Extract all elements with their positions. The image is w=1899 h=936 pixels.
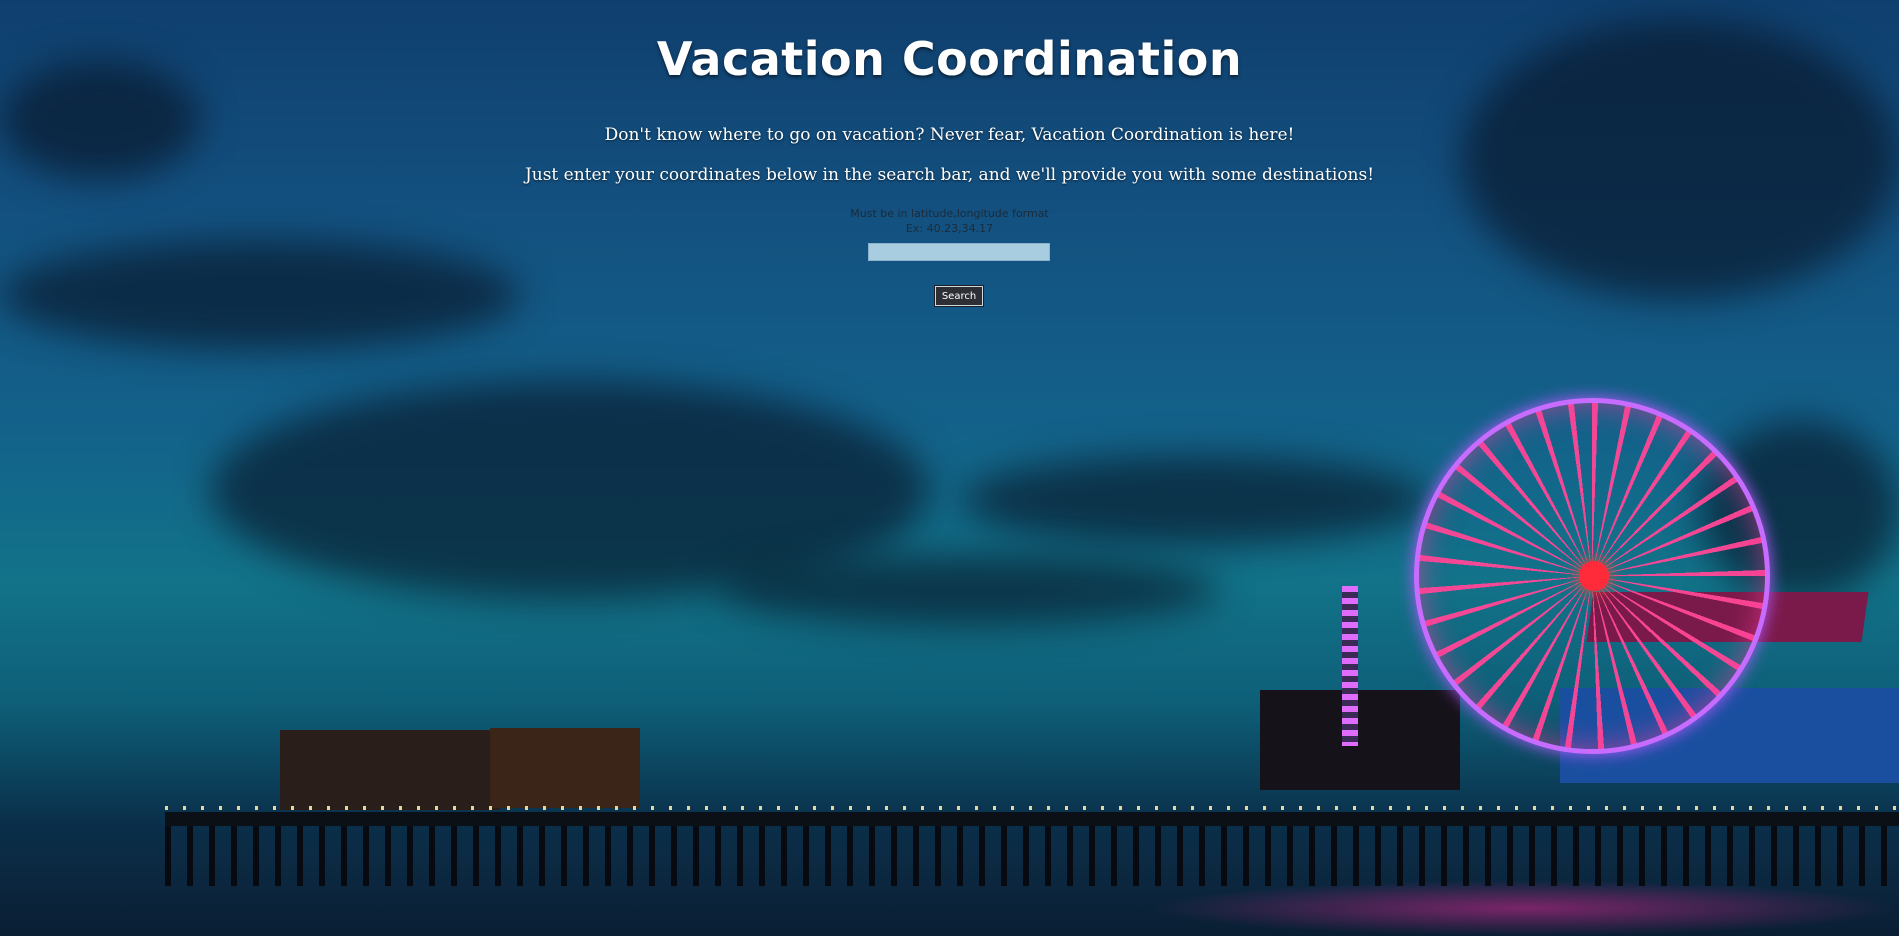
pier-building [490,728,640,808]
pier-pilings [165,826,1899,886]
pier-deck [165,812,1899,826]
cloud [0,240,520,350]
format-hint: Must be in latitude,longitude format Ex:… [0,206,1899,236]
cloud [960,455,1430,545]
cloud [720,555,1220,625]
ferris-wheel-hub [1579,561,1609,591]
format-hint-text: Must be in latitude,longitude format [850,207,1049,220]
coordinates-search-input[interactable] [868,243,1050,261]
pier-lights [165,806,1899,810]
pier-building [1260,690,1460,790]
page-title: Vacation Coordination [656,32,1243,86]
search-button[interactable]: Search [934,285,984,307]
instructions-text: Just enter your coordinates below in the… [524,165,1375,185]
example-hint-text: Ex: 40.23,34.17 [905,222,994,235]
light-tower [1342,586,1358,746]
ocean-reflection [1150,880,1899,936]
intro-text: Don't know where to go on vacation? Neve… [604,125,1295,145]
pier-building [280,730,500,810]
main-content: Vacation Coordination Don't know where t… [0,0,1899,307]
